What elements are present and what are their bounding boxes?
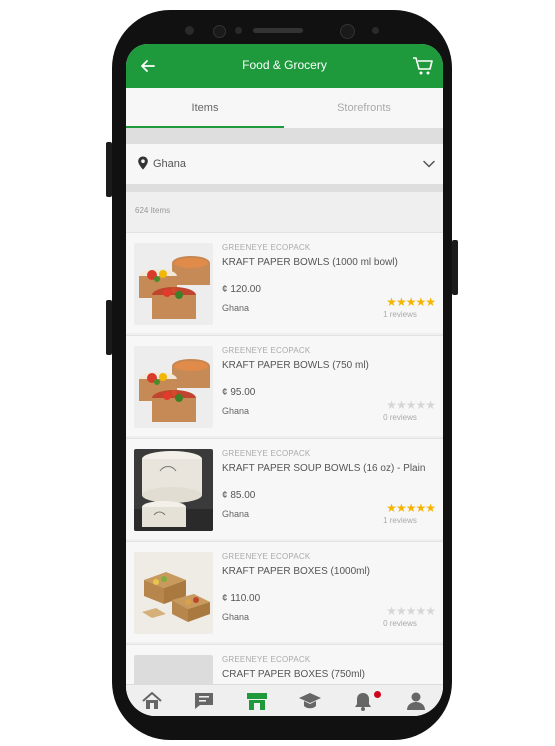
product-country: Ghana [222,303,250,313]
star-icon: ★ [425,398,436,412]
star-icon: ★ [386,604,397,618]
app-bar: Food & Grocery [126,44,443,88]
product-country: Ghana [222,406,250,416]
product-card[interactable]: GREENEYE ECOPACK KRAFT PAPER BOXES (1000… [126,541,443,642]
sensor [213,25,226,38]
star-icon: ★ [395,295,407,309]
product-image [134,552,213,634]
app-screen: Food & Grocery Items Storefronts Ghana 6… [126,44,443,716]
star-icon: ★ [415,398,426,412]
star-icon: ★ [395,501,407,515]
graduation-cap-icon[interactable] [299,691,321,711]
star-icon: ★ [415,501,426,515]
review-count: 0 reviews [383,619,417,628]
star-rating: ★★★★★ [375,501,436,515]
earpiece-speaker [253,28,303,33]
review-count: 1 reviews [383,310,417,319]
product-price: ¢ 85.00 [222,490,256,501]
volume-up-button [106,142,112,197]
star-icon: ★ [415,295,426,309]
bottom-navigation [126,684,443,716]
product-price: ¢ 120.00 [222,284,261,295]
star-icon: ★ [405,295,417,309]
star-rating: ★★★★★ [375,398,436,412]
storefront-icon[interactable] [246,691,268,711]
chat-icon[interactable] [193,691,215,711]
power-button [452,240,458,295]
review-count: 0 reviews [383,413,417,422]
product-name[interactable]: KRAFT PAPER BOWLS (750 ml) [222,360,369,371]
product-name[interactable]: KRAFT PAPER SOUP BOWLS (16 oz) - Plain [222,463,425,474]
divider [126,128,443,144]
product-brand: GREENEYE ECOPACK [222,346,311,355]
product-name[interactable]: KRAFT PAPER BOXES (1000ml) [222,566,370,577]
star-icon: ★ [395,604,407,618]
tab-bar: Items Storefronts [126,88,443,128]
product-price: ¢ 110.00 [222,593,261,604]
home-icon[interactable] [141,691,163,711]
star-rating: ★★★★★ [375,604,436,618]
product-country: Ghana [222,509,250,519]
star-icon: ★ [425,501,436,515]
product-brand: GREENEYE ECOPACK [222,449,311,458]
tab-storefronts[interactable]: Storefronts [285,102,443,114]
tab-items[interactable]: Items [126,102,284,114]
volume-down-button [106,300,112,355]
location-pin-icon [138,156,148,170]
star-icon: ★ [405,604,417,618]
product-brand: GREENEYE ECOPACK [222,552,311,561]
star-icon: ★ [405,398,417,412]
star-icon: ★ [405,501,417,515]
product-brand: GREENEYE ECOPACK [222,655,311,664]
page-title: Food & Grocery [242,58,327,72]
location-value: Ghana [153,158,187,170]
chevron-down-icon[interactable] [423,159,435,169]
product-brand: GREENEYE ECOPACK [222,243,311,252]
results-count: 624 Items [135,206,171,215]
star-icon: ★ [415,604,426,618]
divider [126,184,443,192]
star-icon: ★ [386,501,397,515]
product-card[interactable]: GREENEYE ECOPACK KRAFT PAPER SOUP BOWLS … [126,438,443,539]
product-card[interactable]: GREENEYE ECOPACK KRAFT PAPER BOWLS (750 … [126,335,443,436]
sensor [185,26,194,35]
star-icon: ★ [386,398,397,412]
star-icon: ★ [425,295,436,309]
product-image [134,346,213,428]
star-rating: ★★★★★ [375,295,436,309]
product-name[interactable]: CRAFT PAPER BOXES (750ml) [222,669,365,680]
star-icon: ★ [425,604,436,618]
product-price: ¢ 95.00 [222,387,256,398]
sensor [235,27,242,34]
location-selector[interactable]: Ghana [126,144,443,184]
cart-icon[interactable] [412,55,434,77]
product-country: Ghana [222,612,250,622]
product-card[interactable]: GREENEYE ECOPACK KRAFT PAPER BOWLS (1000… [126,232,443,333]
sensor [372,27,379,34]
notification-badge [374,691,381,698]
star-icon: ★ [386,295,397,309]
profile-icon[interactable] [405,691,427,711]
review-count: 1 reviews [383,516,417,525]
front-camera [340,24,355,39]
star-icon: ★ [395,398,407,412]
bell-icon[interactable] [352,691,374,711]
product-name[interactable]: KRAFT PAPER BOWLS (1000 ml bowl) [222,257,398,268]
product-image [134,449,213,531]
product-image [134,243,213,325]
